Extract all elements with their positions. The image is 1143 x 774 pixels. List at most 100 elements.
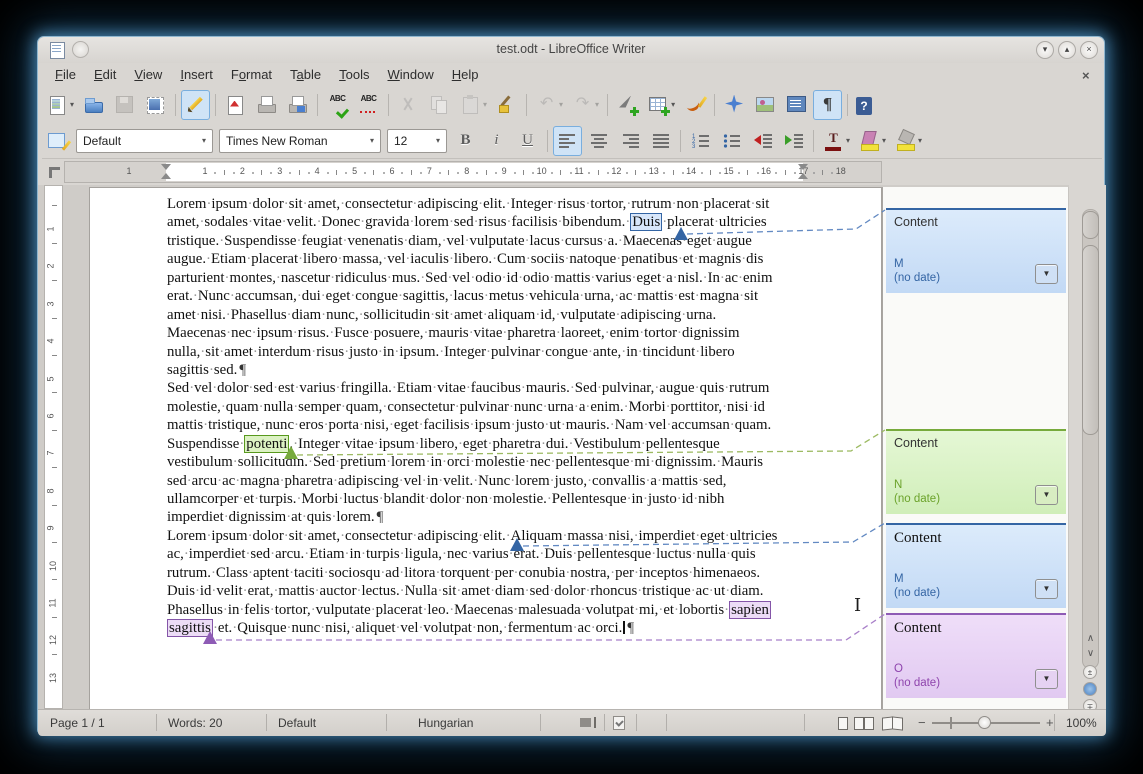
word-count[interactable]: Words: 20 <box>168 716 222 730</box>
underline-button[interactable]: U <box>513 126 542 156</box>
previous-object-button[interactable]: ± <box>1083 665 1097 679</box>
increase-indent-button[interactable] <box>779 126 808 156</box>
decrease-indent-button[interactable] <box>748 126 777 156</box>
align-left-button[interactable] <box>553 125 582 156</box>
background-color-button[interactable]: ▾ <box>891 126 925 156</box>
multi-page-view-icon[interactable] <box>864 717 874 730</box>
space-mark: · <box>304 546 310 563</box>
comment-3[interactable]: Content M (no date) ▼ <box>886 523 1066 608</box>
font-name-select[interactable]: Times New Roman ▾ <box>219 128 381 153</box>
next-object-button[interactable]: ∓ <box>1083 699 1097 709</box>
new-document-dropdown-arrow[interactable]: ▾ <box>70 100 74 109</box>
auto-spellcheck-button[interactable]: ABC <box>354 90 383 120</box>
maximize-button[interactable]: ▴ <box>1058 41 1076 59</box>
print-preview-button[interactable] <box>283 90 312 120</box>
insert-table-dropdown-arrow[interactable]: ▾ <box>671 100 675 109</box>
align-right-button[interactable] <box>615 126 644 156</box>
comment-anchor-purple[interactable]: sapien <box>729 600 771 619</box>
draw-functions-button[interactable] <box>680 90 709 120</box>
numbered-list-button[interactable]: 123 <box>686 126 715 156</box>
paste-dropdown-arrow[interactable]: ▾ <box>483 100 487 109</box>
text-language[interactable]: Hungarian <box>418 716 473 730</box>
font-size-select[interactable]: 12 ▾ <box>387 128 447 153</box>
zoom-in-icon[interactable]: + <box>1046 715 1054 730</box>
spellcheck-button[interactable]: ABC <box>323 90 352 120</box>
comment-menu-button[interactable]: ▼ <box>1035 669 1058 689</box>
paragraph-style-select[interactable]: Default ▾ <box>76 128 213 153</box>
email-document-button[interactable] <box>141 90 170 120</box>
single-page-view-icon[interactable] <box>838 717 848 730</box>
navigation-button[interactable] <box>1083 682 1097 696</box>
font-name-select-dropdown-arrow[interactable]: ▾ <box>364 136 380 145</box>
minimize-button[interactable]: ▾ <box>1036 41 1054 59</box>
edit-mode-button[interactable] <box>181 89 211 120</box>
font-color-button[interactable]: T ▾ <box>819 126 853 156</box>
print-direct-button[interactable] <box>252 90 281 120</box>
undo-dropdown-arrow[interactable]: ▾ <box>559 100 563 109</box>
gallery-button[interactable] <box>751 90 780 120</box>
zoom-level[interactable]: 100% <box>1066 716 1097 730</box>
new-document-button[interactable]: ▾ <box>43 90 77 120</box>
titlebar[interactable]: test.odt - LibreOffice Writer ▾ ▴ × <box>38 37 1104 63</box>
comment-menu-button[interactable]: ▼ <box>1035 485 1058 505</box>
redo-dropdown-arrow[interactable]: ▾ <box>595 100 599 109</box>
menu-insert[interactable]: Insert <box>171 65 222 84</box>
comment-menu-button[interactable]: ▼ <box>1035 264 1058 284</box>
menu-table[interactable]: Table <box>281 65 330 84</box>
insert-table-button[interactable]: ▾ <box>644 90 678 120</box>
zoom-out-icon[interactable]: − <box>918 715 926 730</box>
paragraph-style-select-dropdown-arrow[interactable]: ▾ <box>196 136 212 145</box>
highlight-color-button[interactable]: ▾ <box>855 126 889 156</box>
justify-button[interactable] <box>646 126 675 156</box>
comment-1[interactable]: Content M (no date) ▼ <box>886 208 1066 293</box>
document-modified-icon[interactable] <box>613 716 625 730</box>
comment-anchor-blue[interactable]: Duis <box>630 213 663 232</box>
menu-help[interactable]: Help <box>443 65 488 84</box>
data-sources-button[interactable] <box>782 90 811 120</box>
vertical-scrollbar[interactable]: ∧ ∨ ± ∓ <box>1069 185 1106 709</box>
export-pdf-button[interactable] <box>221 90 250 120</box>
comment-anchor-green[interactable]: potenti <box>244 434 290 453</box>
zoom-slider-thumb[interactable] <box>978 716 991 729</box>
highlight-color-dropdown-arrow[interactable]: ▾ <box>882 136 886 145</box>
menu-window[interactable]: Window <box>379 65 443 84</box>
font-size-select-dropdown-arrow[interactable]: ▾ <box>430 136 446 145</box>
tab-stop-selector-icon[interactable] <box>44 162 63 183</box>
menu-tools[interactable]: Tools <box>330 65 378 84</box>
space-mark: · <box>632 288 638 305</box>
open-button[interactable] <box>79 90 108 120</box>
bullet-list-button[interactable] <box>717 126 746 156</box>
italic-button[interactable]: i <box>482 126 511 156</box>
menu-edit[interactable]: Edit <box>85 65 125 84</box>
clone-formatting-button[interactable] <box>492 90 521 120</box>
close-document-icon[interactable]: × <box>1082 68 1090 83</box>
font-color-dropdown-arrow[interactable]: ▾ <box>846 136 850 145</box>
formatting-marks-button[interactable]: ¶ <box>813 89 843 120</box>
comment-anchor-purple[interactable]: sagittis <box>167 619 213 638</box>
navigator-button[interactable] <box>720 90 749 120</box>
background-color-dropdown-arrow[interactable]: ▾ <box>918 136 922 145</box>
scroll-up-icon[interactable]: ∧ <box>1083 633 1098 644</box>
page-style[interactable]: Default <box>278 716 316 730</box>
styles-panel-button[interactable] <box>43 126 72 156</box>
multi-page-view-icon[interactable] <box>854 717 864 730</box>
insert-hyperlink-button[interactable] <box>613 90 642 120</box>
comment-2[interactable]: Content N (no date) ▼ <box>886 429 1066 514</box>
selection-mode-icon[interactable] <box>580 717 596 728</box>
menu-file[interactable]: File <box>46 65 85 84</box>
document-page[interactable]: Lorem·ipsum·dolor·sit·amet,·consectetur·… <box>89 187 882 709</box>
bold-button[interactable]: B <box>451 126 480 156</box>
space-mark: · <box>438 472 444 489</box>
page-indicator[interactable]: Page 1 / 1 <box>50 716 105 730</box>
comment-4[interactable]: Content O (no date) ▼ <box>886 613 1066 698</box>
menu-view[interactable]: View <box>125 65 171 84</box>
help-button[interactable]: ? <box>853 90 875 120</box>
book-view-icon[interactable] <box>892 716 903 731</box>
scroll-down-icon[interactable]: ∨ <box>1083 648 1098 659</box>
align-center-button[interactable] <box>584 126 613 156</box>
scrollbar-top-segment[interactable] <box>1082 211 1099 239</box>
menu-format[interactable]: Format <box>222 65 281 84</box>
comment-menu-button[interactable]: ▼ <box>1035 579 1058 599</box>
scrollbar-thumb[interactable] <box>1082 245 1099 435</box>
close-button[interactable]: × <box>1080 41 1098 59</box>
